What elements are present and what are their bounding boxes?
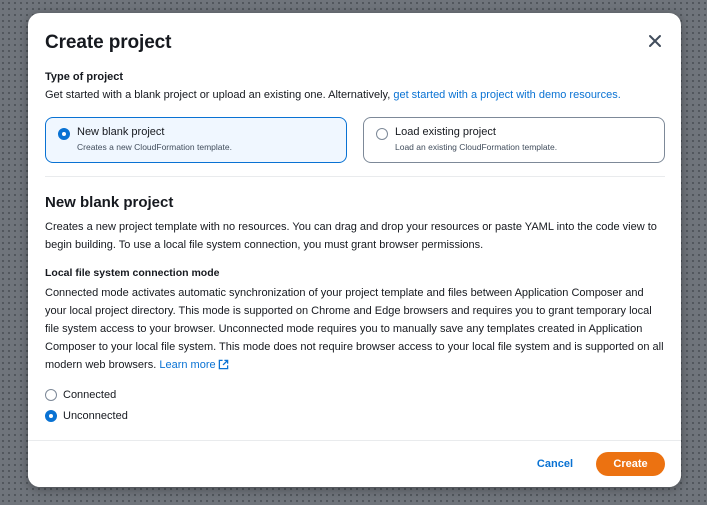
- close-icon: [649, 35, 661, 47]
- connection-mode-description: Connected mode activates automatic synch…: [45, 284, 665, 374]
- connection-mode-label: Local file system connection mode: [45, 267, 220, 279]
- dialog-header: Create project: [45, 30, 664, 56]
- radio-unconnected[interactable]: Unconnected: [45, 407, 665, 428]
- project-type-label: Type of project: [45, 71, 124, 83]
- tile-load-existing-project[interactable]: Load existing project Load an existing C…: [363, 117, 665, 163]
- create-project-dialog: Create project Type of project Get start…: [28, 13, 681, 487]
- learn-more-link[interactable]: Learn more: [159, 359, 228, 371]
- project-type-description-text: Get started with a blank project or uplo…: [45, 89, 394, 101]
- section-divider: [45, 176, 665, 177]
- connection-mode-radio-group: Connected Unconnected: [45, 386, 665, 428]
- section-description: Creates a new project template with no r…: [45, 221, 657, 251]
- learn-more-text: Learn more: [159, 359, 216, 371]
- project-type-description: Get started with a blank project or uplo…: [45, 86, 665, 104]
- dialog-footer: Cancel Create: [28, 440, 681, 487]
- radio-label: Connected: [63, 389, 117, 401]
- dialog-title: Create project: [45, 32, 172, 53]
- new-blank-project-radio[interactable]: [58, 128, 70, 140]
- create-button[interactable]: Create: [596, 452, 665, 476]
- demo-resources-link[interactable]: get started with a project with demo res…: [393, 89, 620, 101]
- connected-radio[interactable]: [45, 389, 57, 401]
- external-link-icon: [218, 359, 228, 370]
- dialog-content: Type of project Get started with a blank…: [45, 70, 665, 428]
- radio-connected[interactable]: Connected: [45, 386, 665, 407]
- tile-subtitle: Load an existing CloudFormation template…: [395, 142, 558, 152]
- tile-title: New blank project: [77, 126, 165, 138]
- load-existing-project-radio[interactable]: [376, 128, 388, 140]
- connection-mode-description-text: Connected mode activates automatic synch…: [45, 287, 664, 371]
- close-button[interactable]: [646, 32, 664, 50]
- tile-new-blank-project[interactable]: New blank project Creates a new CloudFor…: [45, 117, 347, 163]
- section-title: New blank project: [45, 194, 174, 211]
- project-type-tiles: New blank project Creates a new CloudFor…: [45, 117, 665, 165]
- tile-subtitle: Creates a new CloudFormation template.: [77, 142, 232, 152]
- tile-title: Load existing project: [395, 126, 496, 138]
- radio-label: Unconnected: [63, 410, 128, 422]
- unconnected-radio[interactable]: [45, 410, 57, 422]
- cancel-button[interactable]: Cancel: [537, 454, 573, 474]
